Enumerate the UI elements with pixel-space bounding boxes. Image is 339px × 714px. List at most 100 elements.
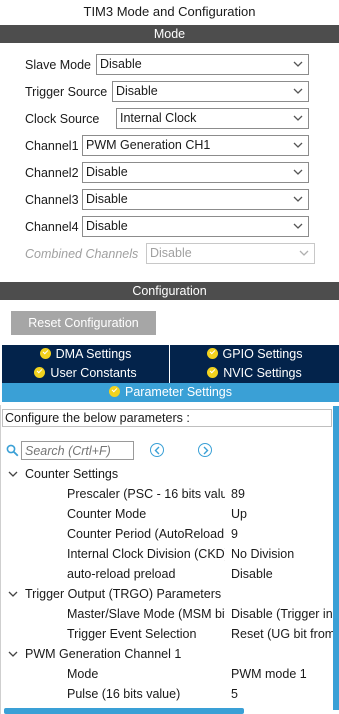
channel4-label: Channel4: [25, 220, 79, 234]
trigger-source-label: Trigger Source: [25, 85, 108, 99]
tab-user-constants[interactable]: User Constants: [2, 364, 170, 383]
channel2-value: Disable: [86, 165, 128, 179]
param-name: Counter Period (AutoReload Register - 16…: [67, 527, 225, 541]
group-label: Trigger Output (TRGO) Parameters: [25, 587, 222, 601]
param-value: Disable (Trigger input effect not delaye…: [231, 607, 333, 621]
group-label: Counter Settings: [25, 467, 119, 481]
configure-instruction: Configure the below parameters :: [2, 409, 332, 427]
tab-label: GPIO Settings: [222, 347, 303, 361]
slave-mode-value: Disable: [100, 57, 142, 71]
chevron-down-icon: [8, 651, 18, 657]
param-row-clock-division[interactable]: Internal Clock Division (CKD) No Divisio…: [0, 544, 333, 564]
chevron-down-icon: [8, 471, 18, 477]
channel1-select[interactable]: PWM Generation CH1: [82, 135, 309, 156]
param-value: 9: [231, 527, 238, 541]
chevron-left-icon: [154, 446, 160, 455]
search-previous-button[interactable]: [150, 443, 164, 457]
tab-dma-settings[interactable]: DMA Settings: [2, 345, 170, 364]
tab-label: User Constants: [50, 366, 137, 380]
check-circle-icon: [207, 367, 219, 378]
group-counter-settings[interactable]: Counter Settings: [0, 464, 333, 484]
channel3-select[interactable]: Disable: [82, 189, 309, 210]
group-label: PWM Generation Channel 1: [25, 647, 182, 661]
param-row-trigger-event-selection[interactable]: Trigger Event Selection Reset (UG bit fr…: [0, 624, 333, 644]
mode-row-channel3: Channel3 Disable: [0, 189, 339, 211]
chevron-down-icon: [293, 115, 303, 121]
clock-source-value: Internal Clock: [120, 111, 197, 125]
param-value: Reset (UG bit from TIMx_EGR): [231, 627, 333, 641]
param-value: 5: [231, 687, 238, 701]
param-name: Trigger Event Selection: [67, 627, 197, 641]
tab-label: NVIC Settings: [223, 366, 302, 380]
check-circle-icon: [39, 348, 51, 359]
group-pwm-generation-channel1[interactable]: PWM Generation Channel 1: [0, 644, 333, 664]
clock-source-label: Clock Source: [25, 112, 100, 126]
mode-row-clock-source: Clock Source Internal Clock: [0, 108, 339, 130]
vertical-scrollbar[interactable]: [333, 406, 339, 710]
param-value: Disable: [231, 567, 273, 581]
channel4-select[interactable]: Disable: [82, 216, 309, 237]
param-name: auto-reload preload: [67, 567, 176, 581]
mode-row-trigger-source: Trigger Source Disable: [0, 81, 339, 103]
param-row-auto-reload-preload[interactable]: auto-reload preload Disable: [0, 564, 333, 584]
chevron-down-icon: [8, 591, 18, 597]
reset-configuration-button[interactable]: Reset Configuration: [11, 311, 156, 335]
param-row-pulse[interactable]: Pulse (16 bits value) 5: [0, 684, 333, 704]
param-value: Up: [231, 507, 247, 521]
chevron-down-icon: [293, 169, 303, 175]
channel3-label: Channel3: [25, 193, 79, 207]
combined-channels-label: Combined Channels: [25, 247, 139, 261]
mode-row-channel2: Channel2 Disable: [0, 162, 339, 184]
window-title: TIM3 Mode and Configuration: [83, 4, 256, 19]
chevron-down-icon: [293, 223, 303, 229]
param-value: PWM mode 1: [231, 667, 307, 681]
group-trigger-output[interactable]: Trigger Output (TRGO) Parameters: [0, 584, 333, 604]
trigger-source-select[interactable]: Disable: [112, 81, 309, 102]
channel2-select[interactable]: Disable: [82, 162, 309, 183]
param-name: Mode: [67, 667, 99, 681]
param-row-pwm-mode[interactable]: Mode PWM mode 1: [0, 664, 333, 684]
slave-mode-select[interactable]: Disable: [96, 54, 309, 75]
param-value: 89: [231, 487, 245, 501]
horizontal-scrollbar[interactable]: [4, 708, 244, 714]
slave-mode-label: Slave Mode: [25, 58, 92, 72]
combined-channels-value: Disable: [150, 246, 192, 260]
search-next-button[interactable]: [198, 443, 212, 457]
configuration-section-header: Configuration: [0, 282, 339, 300]
chevron-down-icon: [299, 250, 309, 256]
tab-label: DMA Settings: [55, 347, 132, 361]
mode-row-channel1: Channel1 PWM Generation CH1: [0, 135, 339, 157]
tab-label: Parameter Settings: [125, 385, 232, 399]
mode-row-slave-mode: Slave Mode Disable: [0, 54, 339, 76]
mode-section-header: Mode: [0, 25, 339, 43]
combined-channels-select: Disable: [146, 243, 315, 264]
param-row-counter-period[interactable]: Counter Period (AutoReload Register - 16…: [0, 524, 333, 544]
mode-row-combined-channels: Combined Channels Disable: [0, 243, 339, 265]
mode-row-channel4: Channel4 Disable: [0, 216, 339, 238]
chevron-down-icon: [293, 196, 303, 202]
clock-source-select[interactable]: Internal Clock: [116, 108, 309, 129]
param-name: Internal Clock Division (CKD): [67, 547, 225, 561]
param-name: Master/Slave Mode (MSM bit): [67, 607, 225, 621]
chevron-down-icon: [293, 142, 303, 148]
param-row-master-slave-mode[interactable]: Master/Slave Mode (MSM bit) Disable (Tri…: [0, 604, 333, 624]
check-circle-icon: [34, 367, 46, 378]
search-input[interactable]: [21, 441, 134, 460]
chevron-down-icon: [293, 61, 303, 67]
check-circle-icon: [206, 348, 218, 359]
chevron-right-icon: [203, 446, 209, 455]
tab-nvic-settings[interactable]: NVIC Settings: [170, 364, 339, 383]
channel1-value: PWM Generation CH1: [86, 138, 211, 152]
param-name: Pulse (16 bits value): [67, 687, 181, 701]
tab-gpio-settings[interactable]: GPIO Settings: [170, 345, 339, 364]
channel2-label: Channel2: [25, 166, 79, 180]
chevron-down-icon: [293, 88, 303, 94]
param-row-counter-mode[interactable]: Counter Mode Up: [0, 504, 333, 524]
param-row-prescaler[interactable]: Prescaler (PSC - 16 bits value) 89: [0, 484, 333, 504]
param-name: Counter Mode: [67, 507, 147, 521]
param-name: Prescaler (PSC - 16 bits value): [67, 487, 225, 501]
trigger-source-value: Disable: [116, 84, 158, 98]
check-circle-icon: [109, 386, 120, 397]
channel4-value: Disable: [86, 219, 128, 233]
tab-parameter-settings[interactable]: Parameter Settings: [2, 383, 339, 402]
